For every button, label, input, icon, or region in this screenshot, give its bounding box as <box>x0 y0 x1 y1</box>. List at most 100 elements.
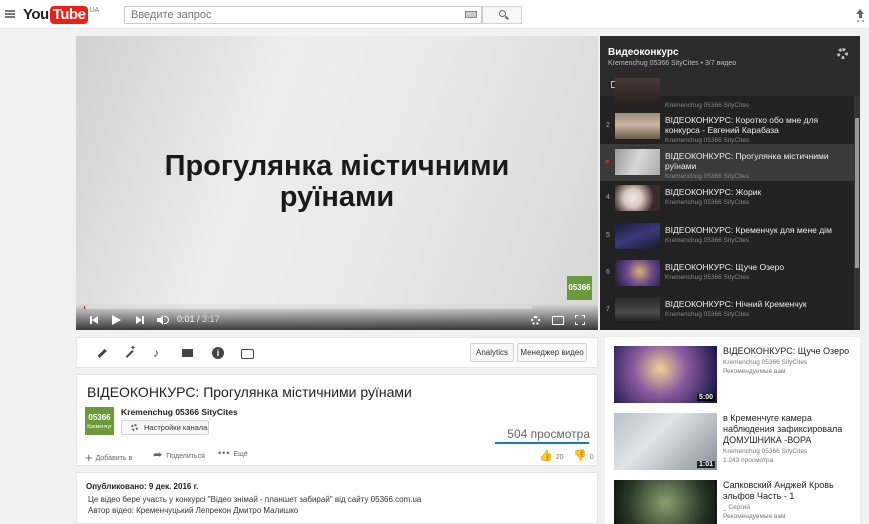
playlist-item-thumbnail <box>615 78 660 104</box>
audio-note-icon[interactable]: ♪ <box>153 347 165 359</box>
playlist-item-channel: Kremenchug 05366 SityCites <box>665 173 750 180</box>
playlist-item[interactable]: 4 ВІДЕОКОНКУРС: Жорик Kremenchug 05366 Sit… <box>600 180 854 217</box>
channel-avatar[interactable]: 05366 Кременчуг <box>85 407 114 435</box>
time-elapsed: 0:01 <box>177 314 195 324</box>
playlist-title[interactable]: Видеоконкурс <box>608 47 679 58</box>
edit-pencil-icon[interactable] <box>96 347 108 359</box>
playlist-item-channel: Kremenchug 05366 SityCites <box>665 199 750 206</box>
related-video-title[interactable]: ВІДЕОКОНКУРС: Щуче Озеро <box>723 346 858 357</box>
related-video-channel: Kremenchug 05366 SityCites <box>723 359 808 366</box>
search-button[interactable] <box>482 6 522 24</box>
search-icon <box>499 10 506 17</box>
video-overlay-title: Прогулянка містичними руїнами <box>76 151 598 213</box>
channel-name[interactable]: Kremenchug 05366 SityCites <box>121 407 238 417</box>
related-video-duration: 1:01 <box>696 461 715 468</box>
player-controls: 0:01 / 3:17 <box>76 304 598 330</box>
share-arrow-icon: ➦ <box>153 449 163 461</box>
more-label: Ещё <box>233 451 248 458</box>
play-icon[interactable] <box>112 315 121 325</box>
analytics-button[interactable]: Analytics <box>470 343 514 362</box>
add-to-button[interactable]: + Добавить в <box>85 448 132 465</box>
progress-bar[interactable] <box>84 306 532 309</box>
related-video-thumbnail[interactable]: 1:01 <box>614 413 717 470</box>
logo-you: You <box>23 6 49 23</box>
next-icon[interactable] <box>136 316 144 324</box>
progress-fill <box>84 306 86 309</box>
playlist-item-title: ВІДЕОКОНКУРС: Кременчук для мене дім <box>665 225 832 235</box>
search-input[interactable] <box>124 6 482 24</box>
playlist-scrollbar-thumb[interactable] <box>855 118 859 268</box>
playlist-item-index: 7 <box>606 306 610 313</box>
playlist-item-index: 4 <box>606 194 610 201</box>
annotations-icon[interactable] <box>182 347 194 359</box>
related-video-thumbnail[interactable] <box>614 480 717 524</box>
more-dots-icon: ••• <box>218 448 231 458</box>
playlist-panel: Видеоконкурс Kremenchug 05366 SityCites … <box>600 36 860 330</box>
playlist-scrollbar[interactable] <box>854 96 860 330</box>
playlist-item[interactable]: 5 ВІДЕОКОНКУРС: Кременчук для мене дім Kre… <box>600 218 854 255</box>
channel-settings-button[interactable]: Настройки канала <box>121 420 209 435</box>
video-info: ВІДЕОКОНКУРС: Прогулянка містичними руїн… <box>76 374 598 466</box>
time-duration: 3:17 <box>202 314 220 324</box>
share-button[interactable]: ➦ Поделиться <box>153 448 205 461</box>
settings-gear-icon[interactable] <box>531 316 540 325</box>
playlist-item-title: ВІДЕОКОНКУРС: Жорик <box>665 187 762 197</box>
dislike-count: 0 <box>589 454 594 461</box>
youtube-logo[interactable]: You Tube UA <box>23 6 99 24</box>
guide-menu-icon[interactable] <box>5 10 15 18</box>
theater-mode-icon[interactable] <box>552 316 564 325</box>
playlist-item-index: 2 <box>606 122 610 129</box>
playlist-item-index: ▶ <box>605 159 611 165</box>
playlist-item-thumbnail <box>615 223 660 249</box>
like-ratio-bar <box>495 442 590 444</box>
video-title: ВІДЕОКОНКУРС: Прогулянка містичними руїн… <box>87 384 412 400</box>
playlist-item-thumbnail <box>615 149 660 175</box>
playlist-item-channel: Kremenchug 05366 SityCites <box>665 137 750 144</box>
playlist-item[interactable]: 7 ВІДЕОКОНКУРС: Нічний Кременчук Kremenchu… <box>600 292 854 329</box>
info-icon[interactable] <box>212 347 224 359</box>
playlist-subtitle: Kremenchug 05366 SityCites • 3/7 видео <box>608 60 737 67</box>
avatar-top-text: 05366 <box>88 413 111 422</box>
playlist-item-channel: Kremenchug 05366 SityCites <box>665 274 750 281</box>
subtitles-cc-icon[interactable] <box>241 347 254 359</box>
thumbs-up-icon: 👍 <box>539 450 553 462</box>
video-player[interactable]: Прогулянка містичними руїнами 05366 0:01… <box>76 36 598 330</box>
related-video-title[interactable]: Сапковский Анджей Кровь эльфов Часть - 1 <box>723 480 858 502</box>
like-button[interactable]: 👍 20 <box>539 449 564 462</box>
thumbs-down-icon: 👎 <box>573 450 587 462</box>
video-overlay-title-line1: Прогулянка містичними <box>164 150 510 182</box>
related-video-title[interactable]: в Кременчуге камера наблюдения зафиксиро… <box>723 413 858 446</box>
playlist-settings-icon[interactable] <box>837 48 848 59</box>
playlist-item-channel: Kremenchug 05366 SityCites <box>665 311 750 318</box>
enhance-wand-icon[interactable] <box>124 344 136 359</box>
related-video-channel: _ Сергий <box>723 504 750 511</box>
keyboard-icon[interactable] <box>465 11 477 18</box>
fullscreen-icon[interactable] <box>575 315 585 325</box>
previous-icon[interactable] <box>90 316 98 324</box>
playlist-item-title: ВІДЕОКОНКУРС: Прогулянка містичними руїн… <box>665 151 829 171</box>
playlist-item[interactable]: Kremenchug 05366 SityCites <box>600 73 854 110</box>
view-count: 504 просмотра <box>507 427 590 441</box>
related-video-channel: Kremenchug 05366 SityCites <box>723 448 808 455</box>
playlist-item-title: ВІДЕОКОНКУРС: Нічний Кременчук <box>665 299 807 309</box>
more-button[interactable]: ••• Ещё <box>218 448 248 458</box>
playlist-item[interactable]: ▶ ВІДЕОКОНКУРС: Прогулянка містичними руї… <box>600 144 854 181</box>
channel-settings-label: Настройки канала <box>144 423 208 432</box>
channel-watermark[interactable]: 05366 <box>567 276 592 300</box>
video-manager-button[interactable]: Менеджер видео <box>517 343 587 362</box>
related-video-duration: 5:00 <box>696 394 715 401</box>
related-video-meta: Рекомендуемые вам <box>723 368 786 375</box>
playlist-item-thumbnail <box>615 113 660 139</box>
time-separator: / <box>194 314 203 324</box>
playlist-item-title: ВІДЕОКОНКУРС: Коротко обо мне для конкур… <box>665 115 819 135</box>
playlist-item-thumbnail <box>615 185 660 211</box>
playlist-item[interactable]: 6 ВІДЕОКОНКУРС: Щуче Озеро Kremenchug 0536… <box>600 255 854 292</box>
logo-region: UA <box>89 7 100 14</box>
related-video-thumbnail[interactable]: 5:00 <box>614 346 717 403</box>
dislike-button[interactable]: 👎 0 <box>573 449 594 462</box>
upload-icon[interactable] <box>856 9 864 20</box>
playlist-item-title: ВІДЕОКОНКУРС: Щуче Озеро <box>665 262 785 272</box>
avatar-bottom-text: Кременчуг <box>87 424 112 430</box>
playlist-item-channel: Kremenchug 05366 SityCites <box>665 237 750 244</box>
playlist-item[interactable]: 2 ВІДЕОКОНКУРС: Коротко обо мне для конку… <box>600 108 854 145</box>
